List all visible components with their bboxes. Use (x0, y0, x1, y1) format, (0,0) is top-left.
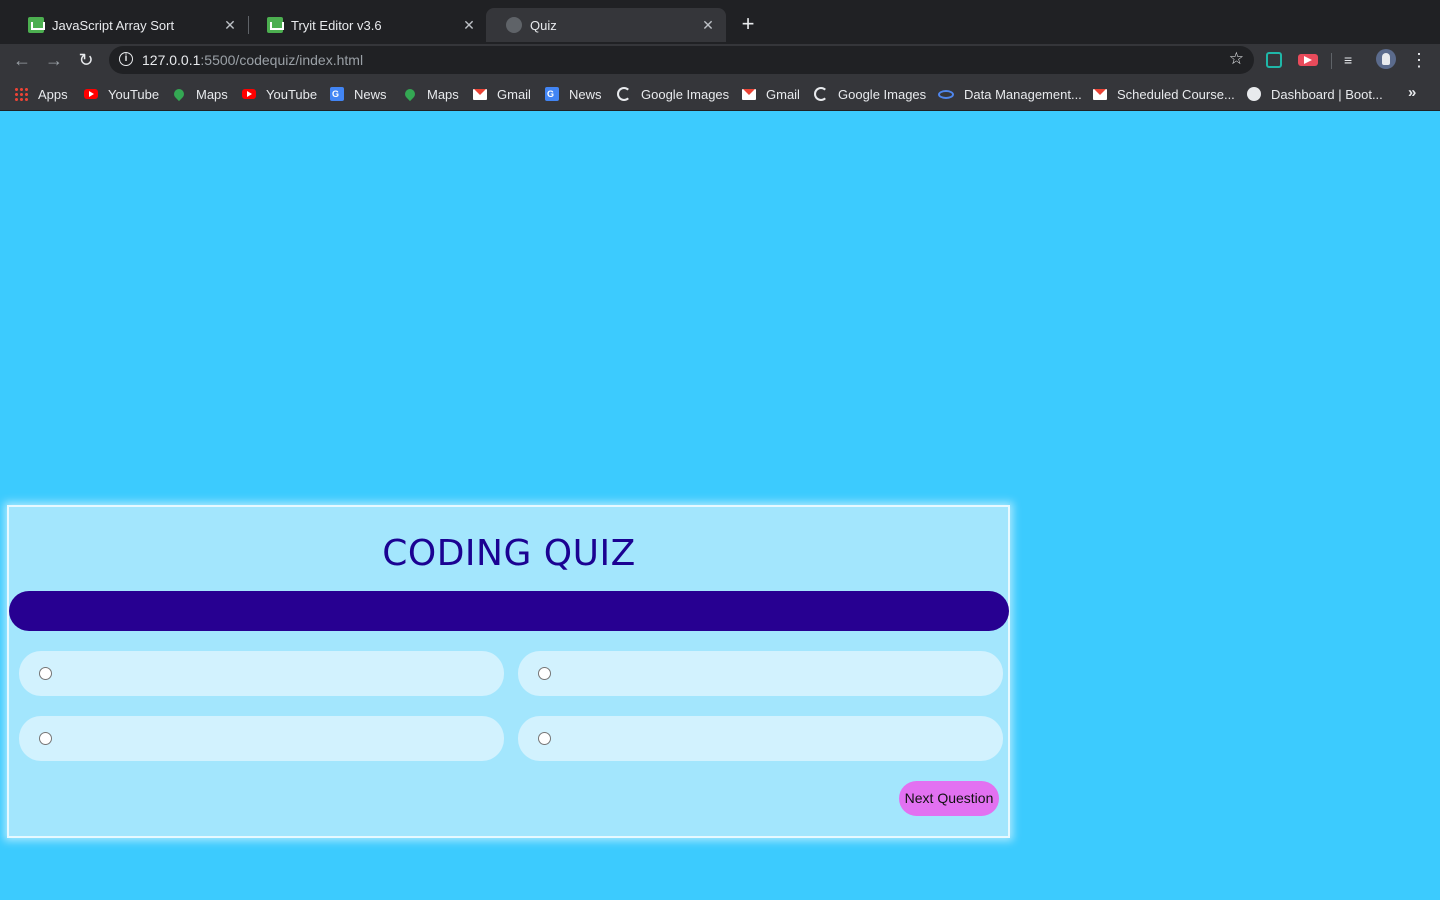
google-icon (617, 87, 631, 101)
bookmark-news[interactable]: News (545, 85, 602, 103)
bookmarks-overflow-icon[interactable]: » (1408, 84, 1416, 101)
bookmark-label: Apps (38, 86, 68, 102)
w3schools-icon (28, 17, 45, 33)
google-news-icon (330, 87, 344, 101)
bookmark-label: YouTube (108, 86, 160, 102)
new-tab-button[interactable]: + (736, 13, 760, 37)
reload-icon[interactable]: ↻ (74, 48, 98, 72)
profile-avatar[interactable] (1376, 49, 1396, 69)
extension-icon[interactable] (1266, 52, 1282, 68)
bookmark-data-management[interactable]: Data Management... (938, 85, 1082, 103)
browser-toolbar: ← → ↻ i 127.0.0.1:5500/codequiz/index.ht… (0, 44, 1440, 76)
close-icon[interactable]: ✕ (700, 17, 716, 33)
bookmark-label: News (569, 86, 602, 102)
answer-radio[interactable] (538, 732, 551, 745)
toolbar-divider (1331, 53, 1332, 69)
globe-icon (506, 17, 522, 33)
tab-title: Tryit Editor v3.6 (291, 17, 382, 33)
close-icon[interactable]: ✕ (222, 17, 238, 33)
maps-icon (171, 86, 187, 102)
tab-title: JavaScript Array Sort (52, 17, 175, 33)
w3schools-icon (267, 17, 284, 33)
globe-icon (1247, 87, 1261, 101)
answer-radio[interactable] (39, 667, 52, 680)
youtube-icon (84, 89, 98, 99)
question-text (9, 591, 1009, 631)
more-menu-icon[interactable]: ⋮ (1410, 48, 1428, 72)
bookmark-maps[interactable]: Maps (402, 85, 459, 103)
address-bar[interactable]: i 127.0.0.1:5500/codequiz/index.html ☆ (109, 46, 1254, 74)
media-control-icon[interactable]: ≡ (1344, 50, 1364, 70)
youtube-icon (242, 89, 256, 99)
apps-grid-icon (14, 87, 28, 101)
answer-radio[interactable] (39, 732, 52, 745)
url-text: 127.0.0.1:5500/codequiz/index.html (142, 52, 363, 68)
answer-radio[interactable] (538, 667, 551, 680)
bookmark-label: Dashboard | Boot... (1271, 86, 1383, 102)
bookmark-news[interactable]: News (330, 85, 387, 103)
google-icon (814, 87, 828, 101)
bookmark-label: Maps (196, 86, 228, 102)
record-extension-icon[interactable] (1298, 54, 1318, 66)
bookmark-star-icon[interactable]: ☆ (1229, 49, 1244, 69)
bookmark-label: Google Images (838, 86, 927, 102)
bookmarks-bar: Apps YouTube Maps YouTube News Maps Gmai… (0, 76, 1440, 111)
answer-option-2[interactable] (518, 651, 1003, 696)
quiz-title: CODING QUIZ (382, 533, 636, 574)
bookmark-google-images[interactable]: Google Images (617, 85, 729, 103)
infinity-icon (938, 89, 954, 99)
bookmark-gmail[interactable]: Gmail (742, 85, 800, 103)
bookmark-label: News (354, 86, 387, 102)
bookmark-scheduled-course[interactable]: Scheduled Course... (1093, 85, 1235, 103)
tab-quiz[interactable]: Quiz ✕ (486, 8, 726, 42)
site-info-icon[interactable]: i (119, 52, 133, 66)
forward-arrow-icon[interactable]: → (42, 48, 66, 72)
url-path: :5500/codequiz/index.html (200, 52, 364, 68)
back-arrow-icon[interactable]: ← (10, 48, 34, 72)
browser-tab-strip: JavaScript Array Sort ✕ Tryit Editor v3.… (0, 0, 1440, 44)
gmail-icon (742, 88, 756, 100)
bookmark-label: Scheduled Course... (1117, 86, 1235, 102)
bookmark-label: Gmail (766, 86, 800, 102)
bookmark-label: Gmail (497, 86, 531, 102)
next-question-button[interactable]: Next Question (899, 781, 999, 816)
bookmark-label: YouTube (266, 86, 318, 102)
url-host: 127.0.0.1 (142, 52, 201, 68)
tab-tryit-editor[interactable]: Tryit Editor v3.6 ✕ (247, 8, 487, 42)
tab-title: Quiz (530, 17, 557, 33)
bookmark-youtube[interactable]: YouTube (84, 85, 159, 103)
bookmark-maps[interactable]: Maps (171, 85, 228, 103)
tab-javascript-array-sort[interactable]: JavaScript Array Sort ✕ (8, 8, 248, 42)
bookmark-label: Maps (427, 86, 459, 102)
answer-option-4[interactable] (518, 716, 1003, 761)
bookmark-dashboard[interactable]: Dashboard | Boot... (1247, 85, 1383, 103)
close-icon[interactable]: ✕ (461, 17, 477, 33)
answer-option-3[interactable] (19, 716, 504, 761)
bookmark-label: Google Images (641, 86, 730, 102)
bookmark-label: Data Management... (964, 86, 1082, 102)
quiz-container: CODING QUIZ Next Question (7, 505, 1010, 838)
bookmark-google-images[interactable]: Google Images (814, 85, 926, 103)
maps-icon (402, 86, 418, 102)
google-news-icon (545, 87, 559, 101)
bookmark-youtube[interactable]: YouTube (242, 85, 317, 103)
bookmark-apps[interactable]: Apps (14, 85, 68, 103)
answer-option-1[interactable] (19, 651, 504, 696)
gmail-icon (1093, 88, 1107, 100)
gmail-icon (473, 88, 487, 100)
bookmark-gmail[interactable]: Gmail (473, 85, 531, 103)
